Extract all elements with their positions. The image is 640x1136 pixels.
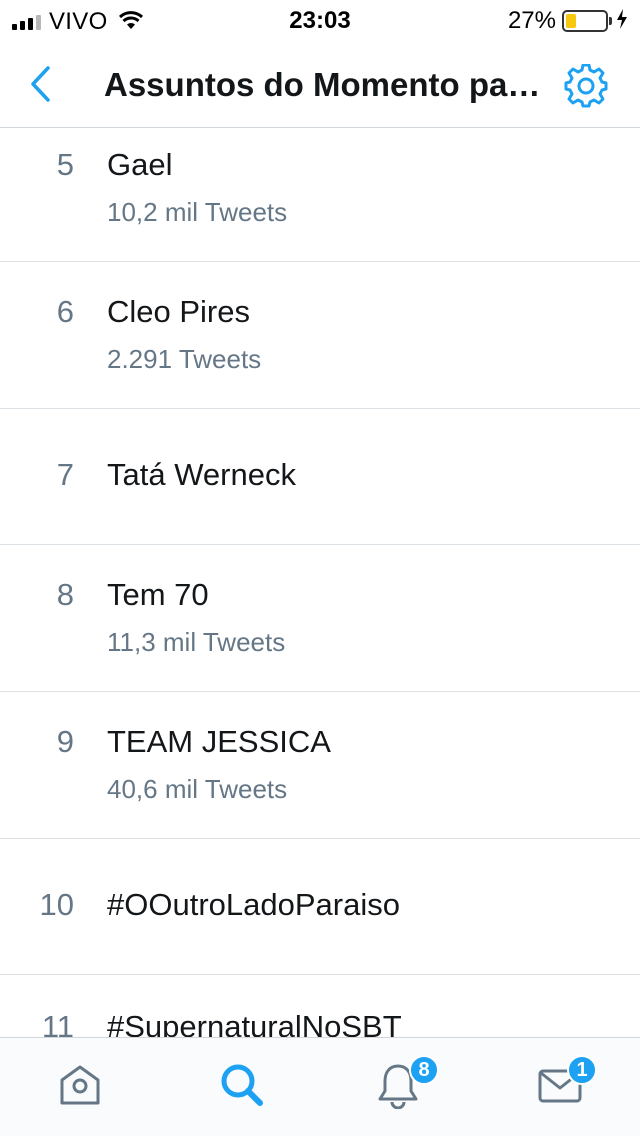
- back-button[interactable]: [20, 62, 60, 106]
- battery-tip: [609, 17, 612, 25]
- trend-row[interactable]: 6 Cleo Pires 2.291 Tweets: [0, 262, 640, 409]
- trend-tweet-count: 40,6 mil Tweets: [107, 774, 288, 804]
- tab-home[interactable]: [55, 1060, 105, 1110]
- trend-rank: 5: [56, 147, 74, 182]
- settings-button[interactable]: [562, 62, 610, 110]
- trend-row[interactable]: 11 #SupernaturalNoSBT: [0, 975, 640, 1037]
- trend-rank: 8: [56, 577, 74, 612]
- trend-name: #SupernaturalNoSBT: [107, 1009, 402, 1037]
- chevron-left-icon: [31, 66, 50, 102]
- trend-row[interactable]: 10 #OOutroLadoParaiso: [0, 839, 640, 975]
- notifications-badge: 8: [409, 1055, 439, 1085]
- trend-row[interactable]: 9 TEAM JESSICA 40,6 mil Tweets: [0, 692, 640, 839]
- status-right: 27%: [508, 7, 628, 35]
- trend-rank: 9: [56, 724, 74, 759]
- trend-rank: 10: [39, 887, 74, 922]
- gear-icon: [564, 64, 608, 108]
- search-icon: [221, 1064, 263, 1106]
- battery-icon: [562, 10, 608, 32]
- trend-name: #OOutroLadoParaiso: [107, 887, 400, 922]
- trend-row[interactable]: 8 Tem 70 11,3 mil Tweets: [0, 545, 640, 692]
- home-icon: [60, 1065, 100, 1105]
- tab-notifications[interactable]: 8: [373, 1055, 439, 1110]
- battery-level: [566, 14, 577, 28]
- trend-tweet-count: 11,3 mil Tweets: [107, 627, 286, 657]
- tab-bar: 8 1: [0, 1037, 640, 1136]
- trends-list: 5 Gael 10,2 mil Tweets 6 Cleo Pires 2.29…: [0, 129, 640, 1037]
- trend-rank: 7: [56, 457, 74, 492]
- tab-messages[interactable]: 1: [535, 1055, 597, 1110]
- status-bar: VIVO 23:03 27%: [0, 0, 640, 40]
- trend-name: Gael: [107, 147, 173, 182]
- page-title: Assuntos do Momento para Brasil: [104, 66, 544, 103]
- navigation-bar: Assuntos do Momento para Brasil: [0, 40, 640, 128]
- trend-tweet-count: 10,2 mil Tweets: [107, 197, 288, 227]
- trend-name: Cleo Pires: [107, 294, 250, 329]
- trend-rank: 6: [56, 294, 74, 329]
- trend-row[interactable]: 5 Gael 10,2 mil Tweets: [0, 129, 640, 262]
- trend-name: Tem 70: [107, 577, 209, 612]
- trend-rank: 11: [41, 1009, 74, 1037]
- trend-name: Tatá Werneck: [107, 457, 296, 492]
- trend-row[interactable]: 7 Tatá Werneck: [0, 409, 640, 545]
- charging-bolt-icon: [616, 8, 628, 34]
- tab-search[interactable]: [217, 1060, 267, 1110]
- battery-percent: 27%: [507, 7, 556, 34]
- messages-badge: 1: [567, 1055, 597, 1085]
- trend-name: TEAM JESSICA: [107, 724, 331, 759]
- trend-tweet-count: 2.291 Tweets: [107, 344, 262, 374]
